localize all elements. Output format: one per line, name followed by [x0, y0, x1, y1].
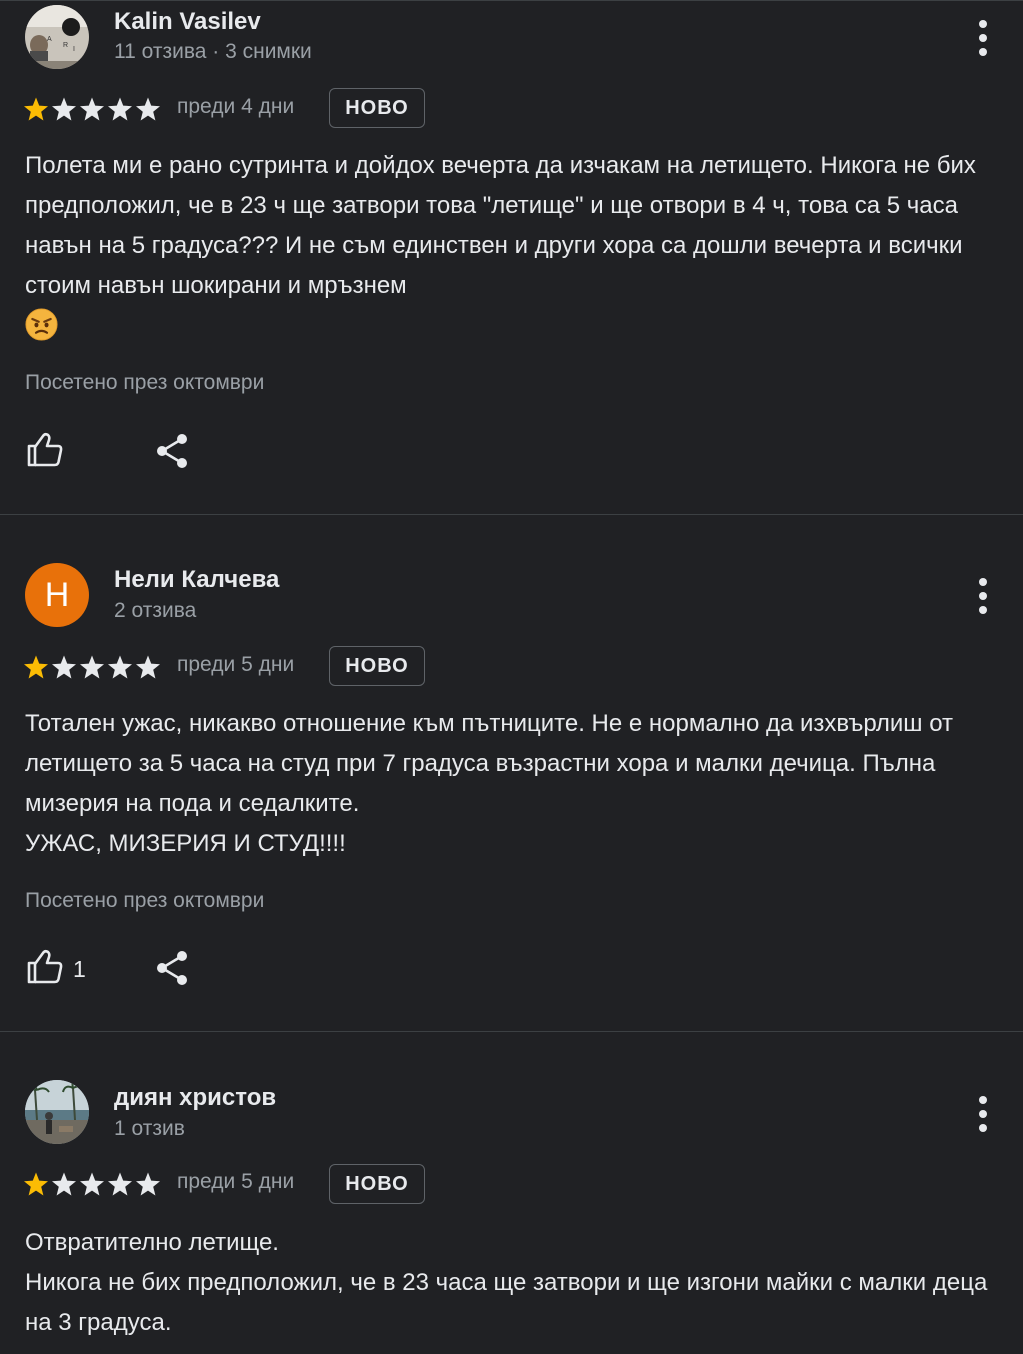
share-button[interactable]: [154, 948, 192, 988]
new-badge: НОВО: [329, 646, 425, 686]
author-meta: 2 отзива: [114, 599, 197, 622]
more-vert-icon: [979, 578, 987, 586]
review-divider: [0, 514, 1023, 515]
star-icon: [136, 97, 160, 121]
author-name[interactable]: Kalin Vasilev: [114, 8, 261, 36]
review-text: Тотален ужас, никакво отношение към пътн…: [25, 710, 954, 857]
more-options-button[interactable]: [968, 576, 998, 616]
star-icon: [136, 1172, 160, 1196]
more-vert-icon-dot: [979, 592, 987, 600]
svg-text:R: R: [63, 42, 68, 49]
star-rating: [24, 655, 160, 679]
author-meta: 1 отзив: [114, 1117, 185, 1140]
visited-info: Посетено през октомври: [25, 889, 265, 912]
avatar[interactable]: [25, 1080, 89, 1144]
review-card: диян христов 1 отзив преди 5 дни НОВО От…: [0, 1033, 1023, 1354]
visited-info: Посетено през октомври: [25, 371, 265, 394]
star-icon: [52, 655, 76, 679]
more-vert-icon-dot: [979, 34, 987, 42]
like-button[interactable]: [22, 945, 102, 989]
star-icon: [136, 655, 160, 679]
share-icon: [157, 434, 187, 468]
angry-face-emoji: [25, 308, 58, 341]
star-icon: [108, 97, 132, 121]
thumb-up-icon: [27, 949, 63, 984]
more-vert-icon-dot: [979, 48, 987, 56]
more-options-button[interactable]: [968, 1094, 998, 1134]
star-icon: [52, 97, 76, 121]
review-date: преди 4 дни: [177, 95, 295, 118]
review-text: Отвратително летище. Никога не бих предп…: [25, 1229, 988, 1336]
star-rating: [24, 1172, 160, 1196]
star-icon: [24, 1172, 48, 1196]
new-badge: НОВО: [329, 1164, 425, 1204]
review-date: преди 5 дни: [177, 653, 295, 676]
review-text: Полета ми е рано сутринта и дойдох вечер…: [25, 146, 1010, 346]
new-badge: НОВО: [329, 88, 425, 128]
author-meta: 11 отзива · 3 снимки: [114, 40, 312, 63]
author-name[interactable]: диян христов: [114, 1084, 276, 1112]
svg-text:I: I: [73, 46, 75, 53]
more-vert-icon-dot: [979, 1110, 987, 1118]
share-button[interactable]: [154, 431, 192, 471]
star-icon: [24, 97, 48, 121]
share-icon: [157, 951, 187, 985]
review-card: Н Нели Калчева 2 отзива преди 5 дни НОВО…: [0, 516, 1023, 1032]
more-vert-icon-dot: [979, 606, 987, 614]
review-date: преди 5 дни: [177, 1170, 295, 1193]
star-icon: [80, 97, 104, 121]
more-options-button[interactable]: [968, 18, 998, 58]
more-vert-icon-dot: [979, 1124, 987, 1132]
review-text-content: Полета ми е рано сутринта и дойдох вечер…: [25, 152, 983, 299]
thumb-up-icon: [27, 432, 63, 467]
star-icon: [108, 1172, 132, 1196]
avatar[interactable]: Н: [25, 563, 89, 627]
more-vert-icon: [979, 1096, 987, 1104]
star-icon: [80, 655, 104, 679]
star-rating: [24, 97, 160, 121]
author-name[interactable]: Нели Калчева: [114, 566, 279, 594]
review-card: A R I Kalin Vasilev 11 отзива · 3 снимки…: [0, 0, 1023, 515]
svg-text:A: A: [47, 36, 52, 43]
review-divider: [0, 1031, 1023, 1032]
star-icon: [24, 655, 48, 679]
star-icon: [108, 655, 132, 679]
like-button[interactable]: [22, 428, 70, 472]
star-icon: [52, 1172, 76, 1196]
star-icon: [80, 1172, 104, 1196]
avatar[interactable]: A R I: [25, 5, 89, 69]
like-count: 1: [73, 956, 86, 982]
more-vert-icon: [979, 20, 987, 28]
